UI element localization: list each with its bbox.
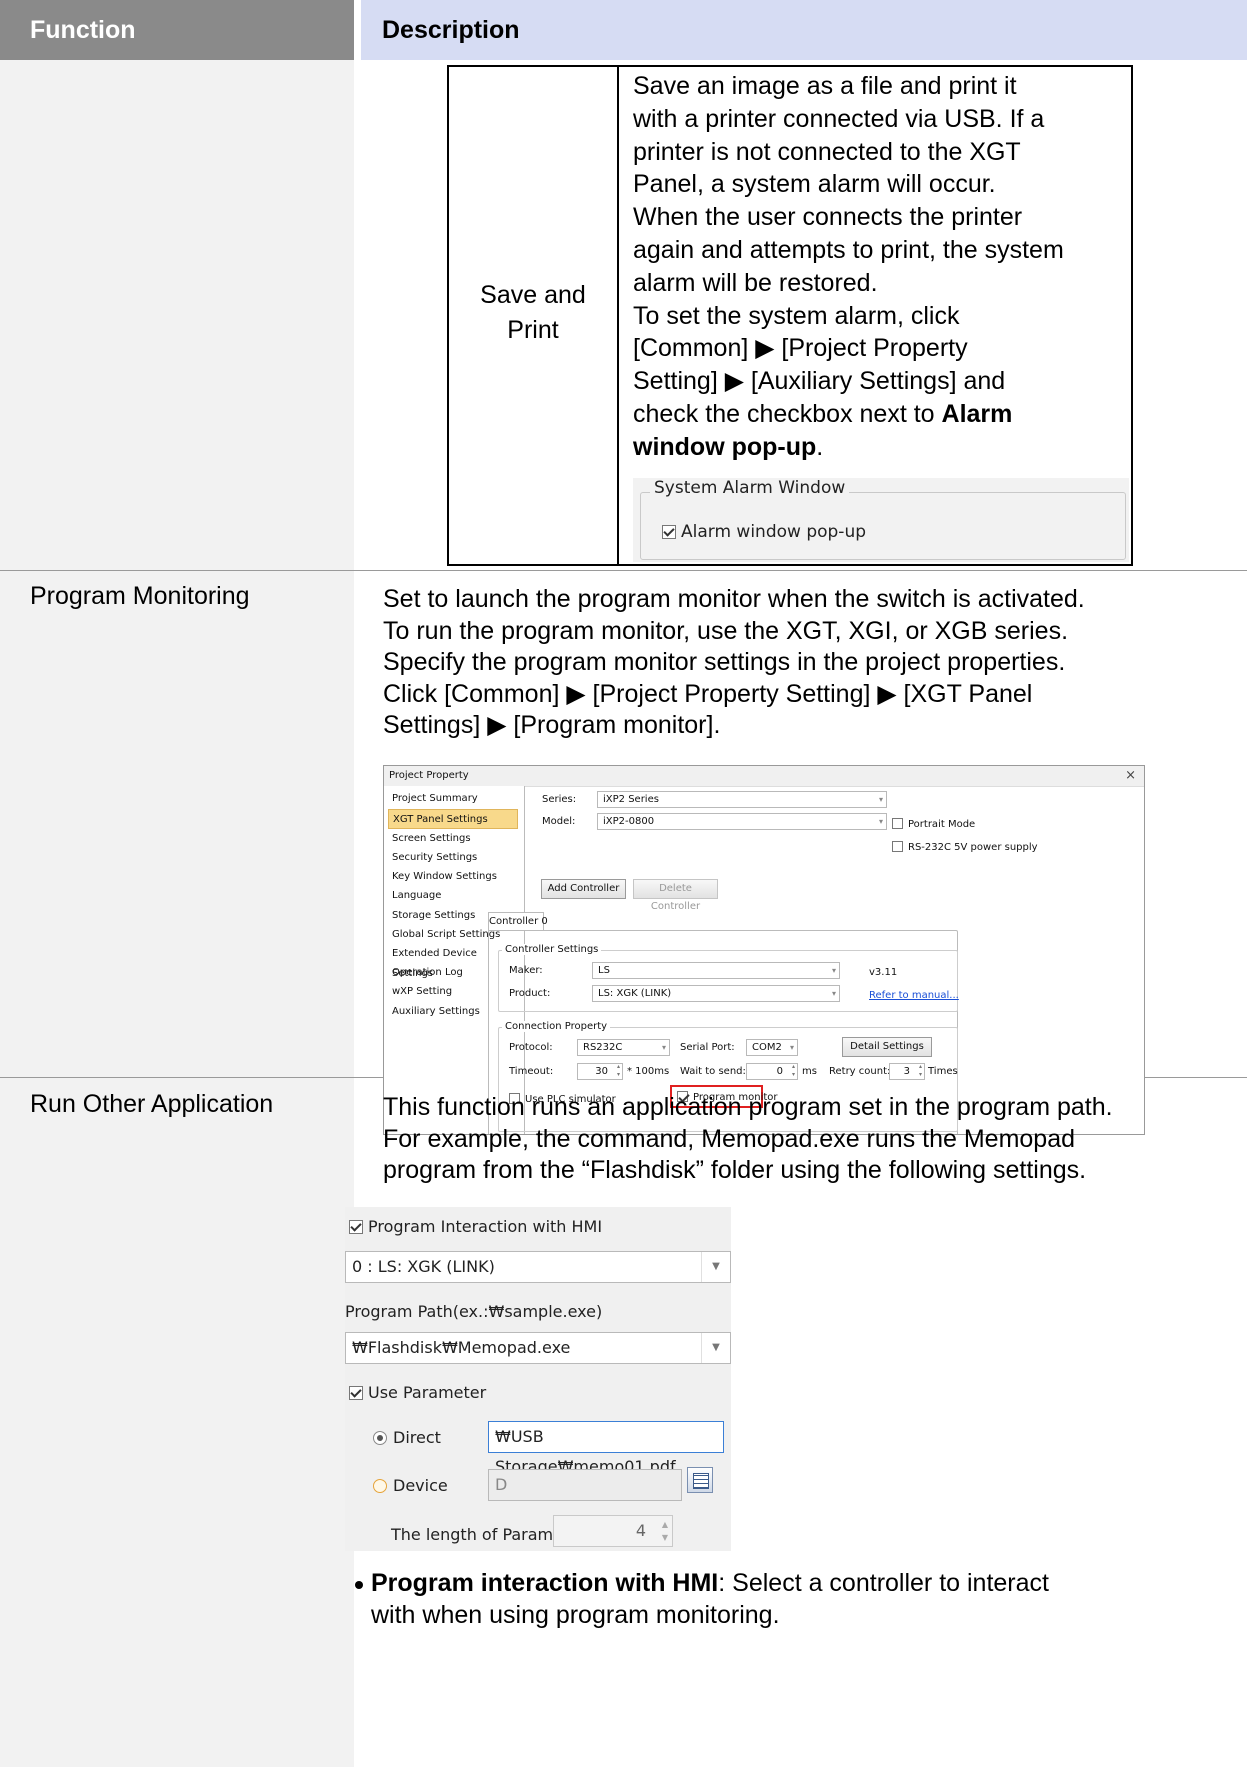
run-other-description: This function runs an application progra… bbox=[383, 1093, 1113, 1184]
param-length-spinner[interactable]: 4 ▲ ▼ bbox=[553, 1515, 673, 1547]
wait-unit: ms bbox=[802, 1066, 817, 1077]
product-select[interactable]: LS: XGK (LINK) ▾ bbox=[592, 985, 840, 1002]
row-divider bbox=[0, 570, 1247, 571]
add-controller-button[interactable]: Add Controller bbox=[541, 879, 626, 899]
maker-label: Maker: bbox=[509, 965, 543, 976]
portrait-mode-checkbox[interactable]: Portrait Mode bbox=[892, 818, 975, 830]
retry-count-label: Retry count: bbox=[829, 1066, 891, 1077]
program-monitoring-description: Set to launch the program monitor when t… bbox=[383, 585, 1085, 739]
direct-path-input[interactable]: ₩USB Storage₩memo01.pdf bbox=[488, 1421, 724, 1476]
radio-icon bbox=[373, 1479, 387, 1493]
timeout-label: Timeout: bbox=[509, 1066, 554, 1077]
wait-to-send-label: Wait to send: bbox=[680, 1066, 746, 1077]
nav-screen-settings[interactable]: Screen Settings bbox=[388, 829, 518, 849]
product-label: Product: bbox=[509, 988, 551, 999]
checkbox-icon bbox=[892, 818, 903, 829]
run-application-settings: Program Interaction with HMI 0 : LS: XGK… bbox=[345, 1207, 731, 1551]
serial-port-label: Serial Port: bbox=[680, 1042, 735, 1053]
controller-select[interactable]: 0 : LS: XGK (LINK) ▼ bbox=[345, 1251, 731, 1283]
retry-unit: Times bbox=[928, 1066, 958, 1077]
chevron-down-icon: ▼ bbox=[701, 1252, 730, 1282]
tab-controller-0[interactable]: Controller 0 bbox=[488, 912, 548, 931]
model-select[interactable]: iXP2-0800 ▾ bbox=[597, 813, 887, 830]
checkbox-checked-icon bbox=[349, 1386, 363, 1400]
close-icon[interactable]: × bbox=[1125, 768, 1136, 783]
chevron-down-icon: ▾ bbox=[661, 1043, 666, 1052]
chevron-down-icon: ▾ bbox=[878, 795, 883, 804]
project-property-window: Project Property × Project Summary XGT P… bbox=[383, 765, 1145, 1135]
timeout-spinner[interactable]: 30 bbox=[577, 1063, 623, 1080]
direct-radio[interactable]: Direct bbox=[373, 1428, 441, 1447]
device-radio[interactable]: Device bbox=[373, 1476, 448, 1495]
chevron-down-icon: ▼ bbox=[701, 1333, 730, 1363]
refer-manual-link[interactable]: Refer to manual... bbox=[869, 990, 959, 1001]
nav-xgt-panel-settings[interactable]: XGT Panel Settings bbox=[388, 809, 518, 829]
window-title: Project Property bbox=[389, 770, 469, 781]
nav-security-settings[interactable]: Security Settings bbox=[388, 848, 518, 868]
retry-count-spinner[interactable]: 3 bbox=[889, 1063, 925, 1080]
function-column bbox=[0, 60, 354, 1767]
save-print-label: Save and Print bbox=[480, 281, 586, 344]
save-print-description: Save an image as a file and print it wit… bbox=[633, 72, 1064, 461]
series-label: Series: bbox=[542, 794, 577, 805]
series-select[interactable]: iXP2 Series ▾ bbox=[597, 791, 887, 808]
program-interaction-checkbox[interactable]: Program Interaction with HMI bbox=[349, 1217, 602, 1236]
detail-settings-button[interactable]: Detail Settings bbox=[842, 1037, 932, 1057]
nav-key-window-settings[interactable]: Key Window Settings bbox=[388, 867, 518, 887]
system-alarm-legend: System Alarm Window bbox=[650, 478, 850, 498]
program-path-label: Program Path(ex.:₩sample.exe) bbox=[345, 1302, 603, 1321]
protocol-label: Protocol: bbox=[509, 1042, 553, 1053]
controller-settings-group bbox=[498, 950, 958, 1012]
nav-project-summary[interactable]: Project Summary bbox=[388, 789, 518, 809]
window-titlebar: Project Property × bbox=[384, 766, 1144, 787]
run-other-application-title: Run Other Application bbox=[30, 1090, 274, 1118]
checkbox-checked-icon bbox=[349, 1220, 363, 1234]
device-input[interactable]: D bbox=[488, 1469, 682, 1501]
chevron-down-icon: ▾ bbox=[789, 1043, 794, 1052]
controller-settings-legend: Controller Settings bbox=[502, 944, 602, 955]
header-function: Function bbox=[0, 0, 354, 60]
bullet-icon bbox=[355, 1581, 363, 1589]
rs232c-power-checkbox[interactable]: RS-232C 5V power supply bbox=[892, 841, 1038, 853]
program-monitoring-title: Program Monitoring bbox=[30, 582, 250, 610]
nav-language[interactable]: Language bbox=[388, 886, 518, 906]
maker-select[interactable]: LS ▾ bbox=[592, 962, 840, 979]
model-label: Model: bbox=[542, 816, 576, 827]
param-length-label: The length of Param. bbox=[391, 1525, 559, 1544]
checkbox-icon bbox=[892, 841, 903, 852]
alarm-popup-checkbox[interactable]: Alarm window pop-up bbox=[662, 522, 866, 542]
version-text: v3.11 bbox=[869, 967, 898, 978]
table-divider bbox=[617, 65, 619, 566]
chevron-down-icon: ▾ bbox=[831, 966, 836, 975]
radio-selected-icon bbox=[373, 1431, 387, 1445]
device-browse-icon[interactable] bbox=[687, 1467, 713, 1493]
bullet-item: Program interaction with HMI: Select a c… bbox=[371, 1569, 1049, 1629]
program-path-select[interactable]: ₩Flashdisk₩Memopad.exe ▼ bbox=[345, 1332, 731, 1364]
wait-to-send-spinner[interactable]: 0 bbox=[746, 1063, 798, 1080]
spinner-arrows-icon: ▲ ▼ bbox=[661, 1520, 668, 1542]
chevron-down-icon: ▾ bbox=[878, 817, 883, 826]
checkbox-checked-icon bbox=[662, 525, 676, 539]
chevron-down-icon: ▾ bbox=[831, 989, 836, 998]
protocol-select[interactable]: RS232C ▾ bbox=[577, 1039, 670, 1056]
timeout-unit: * 100ms bbox=[627, 1066, 670, 1077]
connection-property-legend: Connection Property bbox=[502, 1021, 611, 1032]
table-grid-icon bbox=[693, 1473, 709, 1489]
header-description: Description bbox=[361, 0, 1247, 60]
use-parameter-checkbox[interactable]: Use Parameter bbox=[349, 1383, 486, 1402]
serial-port-select[interactable]: COM2 ▾ bbox=[746, 1039, 798, 1056]
delete-controller-button[interactable]: Delete Controller bbox=[633, 879, 718, 912]
